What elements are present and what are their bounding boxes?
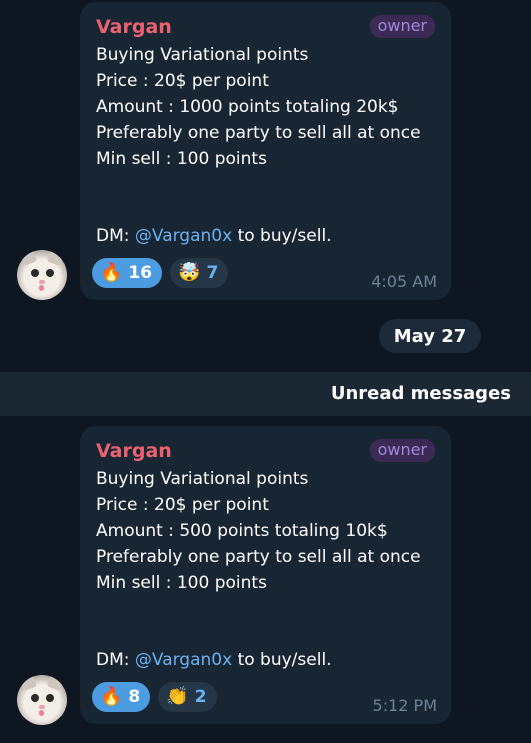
reaction-fire[interactable]: 🔥 8 [92, 682, 151, 712]
avatar[interactable] [17, 250, 67, 300]
reaction-count: 7 [206, 263, 219, 283]
owner-badge: owner [369, 439, 435, 462]
sender-name[interactable]: Vargan [96, 16, 172, 38]
reaction-count: 8 [128, 687, 141, 707]
dm-suffix: to buy/sell. [232, 650, 332, 670]
date-separator[interactable]: May 27 [379, 319, 481, 353]
reaction-count: 2 [194, 687, 207, 707]
message-line: Preferably one party to sell all at once [96, 123, 421, 143]
message-line: Price : 20$ per point [96, 495, 269, 515]
clap-icon: 👏 [166, 686, 189, 707]
reaction-fire[interactable]: 🔥 16 [92, 258, 163, 288]
reaction-clap[interactable]: 👏 2 [158, 682, 217, 712]
unread-label: Unread messages [330, 383, 511, 404]
mind-blown-icon: 🤯 [178, 262, 201, 283]
message-bubble[interactable]: Vargan owner Buying Variational points P… [80, 426, 451, 724]
message-time: 5:12 PM [372, 696, 437, 715]
message-text: Buying Variational points Price : 20$ pe… [96, 466, 421, 596]
reactions: 🔥 16 🤯 7 [92, 258, 229, 288]
dm-suffix: to buy/sell. [232, 226, 332, 246]
message-time: 4:05 AM [371, 272, 437, 291]
message-line: Min sell : 100 points [96, 149, 267, 169]
fire-icon: 🔥 [100, 262, 123, 283]
message-line: Price : 20$ per point [96, 71, 269, 91]
mention-link[interactable]: @Vargan0x [135, 226, 232, 246]
message-bubble[interactable]: Vargan owner Buying Variational points P… [80, 2, 451, 300]
unread-divider: Unread messages [0, 372, 531, 416]
dm-line: DM: @Vargan0x to buy/sell. [96, 650, 332, 670]
message-line: Preferably one party to sell all at once [96, 547, 421, 567]
message-text: Buying Variational points Price : 20$ pe… [96, 42, 421, 172]
message-line: Amount : 500 points totaling 10k$ [96, 521, 388, 541]
message-line: Min sell : 100 points [96, 573, 267, 593]
dm-prefix: DM: [96, 226, 135, 246]
message-line: Buying Variational points [96, 469, 309, 489]
avatar[interactable] [17, 675, 67, 725]
dm-line: DM: @Vargan0x to buy/sell. [96, 226, 332, 246]
fire-icon: 🔥 [100, 686, 123, 707]
sender-name[interactable]: Vargan [96, 440, 172, 462]
message-line: Amount : 1000 points totaling 20k$ [96, 97, 399, 117]
owner-badge: owner [369, 15, 435, 38]
reactions: 🔥 8 👏 2 [92, 682, 217, 712]
message-line: Buying Variational points [96, 45, 309, 65]
reaction-mind-blown[interactable]: 🤯 7 [170, 258, 229, 288]
dm-prefix: DM: [96, 650, 135, 670]
reaction-count: 16 [128, 263, 153, 283]
mention-link[interactable]: @Vargan0x [135, 650, 232, 670]
